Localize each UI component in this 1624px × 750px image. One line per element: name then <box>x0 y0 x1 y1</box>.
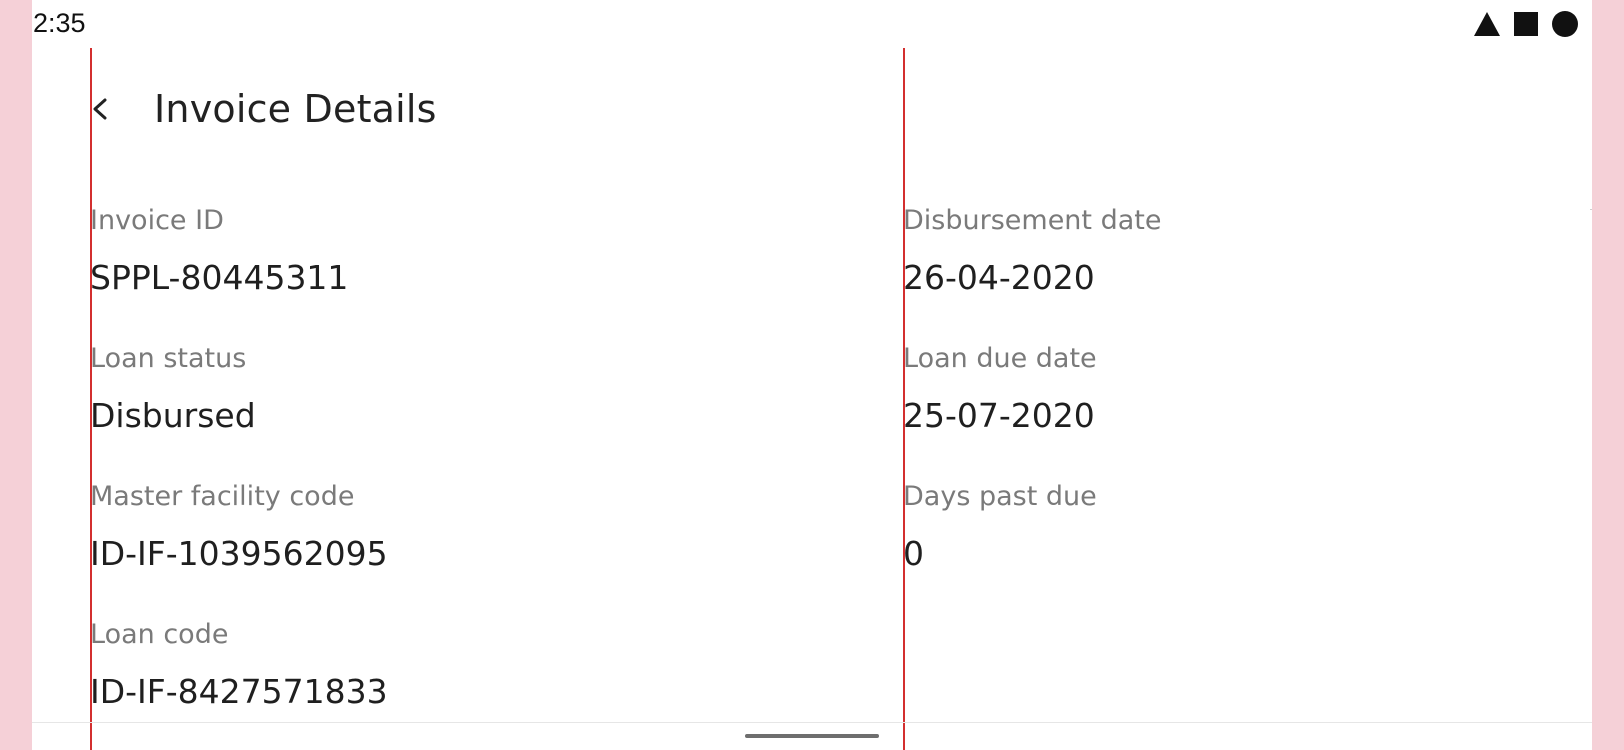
days-past-due-value: 0 <box>903 534 924 573</box>
master-facility-code-value: ID-IF-1039562095 <box>90 534 388 573</box>
chevron-left-icon <box>93 98 107 120</box>
loan-status-label: Loan status <box>90 343 247 374</box>
loan-code-value: ID-IF-8427571833 <box>90 672 388 711</box>
loan-code-label: Loan code <box>90 619 229 650</box>
status-bar: 2:35 <box>32 0 1592 48</box>
days-past-due-label: Days past due <box>903 481 1097 512</box>
page-title: Invoice Details <box>154 87 437 131</box>
app-screen: 2:35 Invoice Details Invoice ID SPPL-804… <box>32 0 1592 750</box>
status-icons <box>1474 11 1578 37</box>
status-time: 2:35 <box>33 8 86 38</box>
square-icon <box>1514 12 1538 36</box>
bottom-divider <box>32 722 1592 723</box>
invoice-id-label: Invoice ID <box>90 205 224 236</box>
disbursement-date-label: Disbursement date <box>903 205 1162 236</box>
app-toolbar: Invoice Details <box>90 78 437 140</box>
loan-due-date-value: 25-07-2020 <box>903 396 1095 435</box>
disbursement-date-value: 26-04-2020 <box>903 258 1095 297</box>
edge-divider <box>1590 209 1592 210</box>
circle-icon <box>1552 11 1578 37</box>
back-button[interactable] <box>90 89 120 129</box>
loan-status-value: Disbursed <box>90 396 256 435</box>
loan-due-date-label: Loan due date <box>903 343 1097 374</box>
home-indicator[interactable] <box>745 734 879 738</box>
signal-triangle-icon <box>1474 12 1500 36</box>
invoice-id-value: SPPL-80445311 <box>90 258 349 297</box>
master-facility-code-label: Master facility code <box>90 481 355 512</box>
